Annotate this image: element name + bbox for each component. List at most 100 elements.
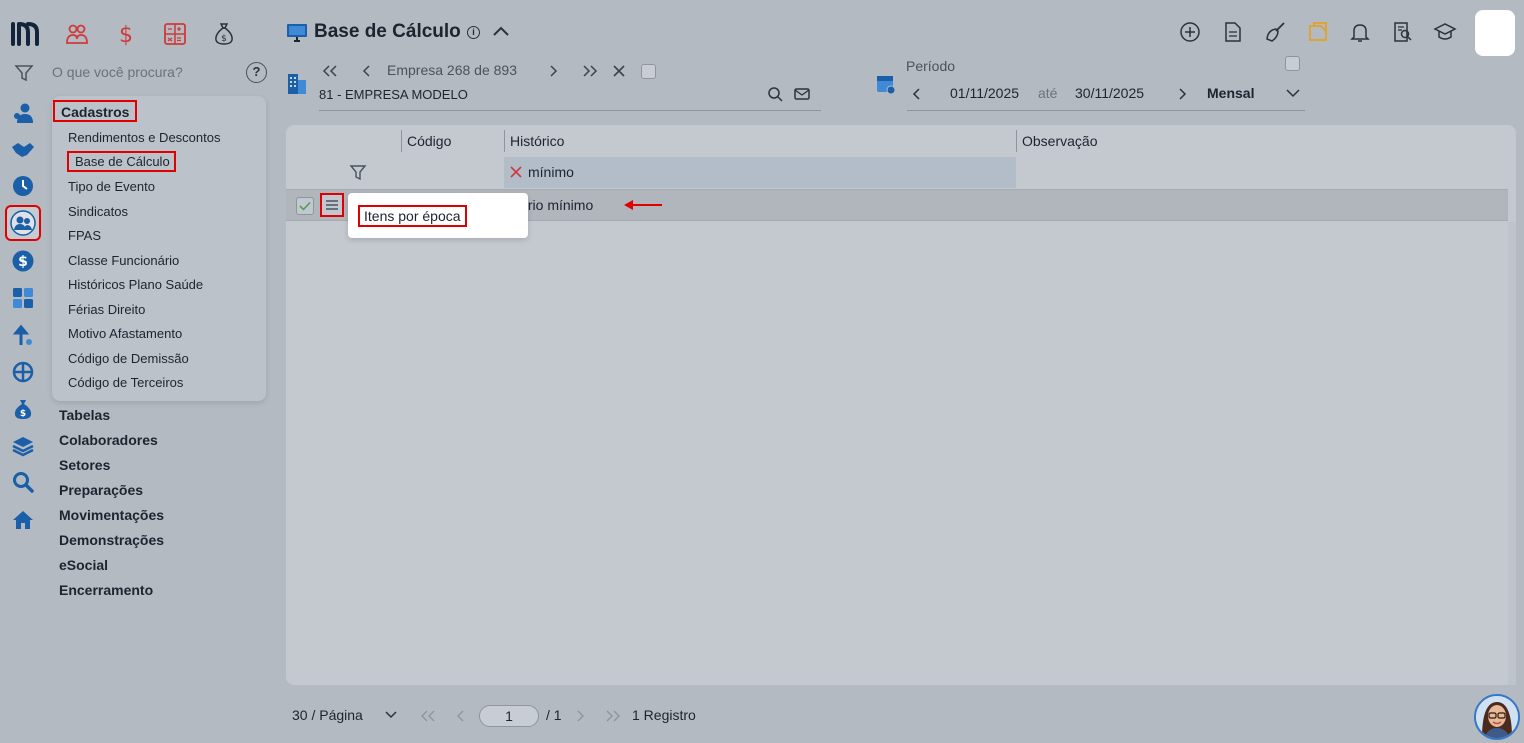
- records-count: 1 Registro: [632, 707, 696, 723]
- money-bag-module-icon[interactable]: $: [210, 20, 238, 48]
- growth-icon[interactable]: [8, 320, 38, 350]
- broom-icon[interactable]: [1264, 20, 1288, 44]
- assistant-avatar[interactable]: [1474, 694, 1520, 740]
- first-empresa-icon[interactable]: [322, 64, 338, 78]
- app-logo[interactable]: [10, 20, 40, 48]
- user-menu-box[interactable]: [1475, 10, 1515, 56]
- empresa-name[interactable]: 81 - EMPRESA MODELO: [319, 87, 468, 102]
- column-separator[interactable]: [401, 130, 402, 152]
- nav-item-setores[interactable]: Setores: [59, 457, 110, 473]
- empresa-underline: [319, 110, 821, 111]
- submenu-item[interactable]: Motivo Afastamento: [68, 326, 182, 341]
- page-size-chevron-icon[interactable]: [384, 710, 398, 720]
- clock-icon[interactable]: [8, 171, 38, 201]
- column-separator[interactable]: [504, 130, 505, 152]
- handshake-icon[interactable]: [8, 135, 38, 165]
- chevron-down-icon[interactable]: [1285, 87, 1301, 99]
- network-icon[interactable]: [8, 357, 38, 387]
- plus-circle-icon[interactable]: [1178, 20, 1202, 44]
- sidebar-search-input[interactable]: O que você procura?: [52, 64, 183, 80]
- column-separator[interactable]: [1016, 130, 1017, 152]
- svg-text:$: $: [18, 254, 28, 270]
- submenu-item[interactable]: Históricos Plano Saúde: [68, 277, 203, 292]
- document-icon[interactable]: [1221, 20, 1245, 44]
- clear-filter-icon[interactable]: [510, 166, 522, 178]
- prev-empresa-icon[interactable]: [362, 64, 372, 78]
- bell-icon[interactable]: [1348, 20, 1372, 44]
- submenu-item[interactable]: Sindicatos: [68, 204, 128, 219]
- calendar-icon: [875, 72, 897, 96]
- submenu-item-base-de-calculo[interactable]: Base de Cálculo: [67, 151, 176, 172]
- nav-item-esocial[interactable]: eSocial: [59, 557, 108, 573]
- calculator-icon[interactable]: [8, 283, 38, 313]
- filter-icon[interactable]: [14, 64, 34, 82]
- submenu-item[interactable]: Rendimentos e Descontos: [68, 130, 220, 145]
- column-header-codigo[interactable]: Código: [407, 133, 451, 149]
- filter-row-icon[interactable]: [349, 164, 367, 181]
- nav-item-preparacoes[interactable]: Preparações: [59, 482, 143, 498]
- person-icon[interactable]: [8, 98, 38, 128]
- prev-page-icon[interactable]: [456, 710, 466, 722]
- first-page-icon[interactable]: [420, 710, 436, 722]
- next-page-icon[interactable]: [575, 710, 585, 722]
- row-checkbox[interactable]: [296, 197, 314, 215]
- submenu-item[interactable]: Classe Funcionário: [68, 253, 179, 268]
- nav-item-encerramento[interactable]: Encerramento: [59, 582, 153, 598]
- nav-item-colaboradores[interactable]: Colaboradores: [59, 432, 158, 448]
- next-period-icon[interactable]: [1177, 87, 1187, 101]
- people-module-icon[interactable]: [63, 20, 91, 48]
- dollar-module-icon[interactable]: $: [112, 20, 140, 48]
- last-page-icon[interactable]: [605, 710, 621, 722]
- empresa-search-icon[interactable]: [767, 86, 783, 102]
- historico-filter-input[interactable]: mínimo: [528, 164, 574, 180]
- prev-period-icon[interactable]: [912, 87, 922, 101]
- calculator-grid-module-icon[interactable]: [161, 20, 189, 48]
- column-header-historico[interactable]: Histórico: [510, 133, 564, 149]
- submenu-item[interactable]: Código de Terceiros: [68, 375, 183, 390]
- nav-item-movimentacoes[interactable]: Movimentações: [59, 507, 164, 523]
- row-menu-button[interactable]: [320, 193, 344, 217]
- start-date-input[interactable]: 01/11/2025: [950, 85, 1019, 101]
- report-search-icon[interactable]: [1391, 20, 1415, 44]
- period-type-select[interactable]: Mensal: [1207, 85, 1254, 101]
- help-icon[interactable]: ?: [246, 62, 267, 83]
- nav-item-tabelas[interactable]: Tabelas: [59, 407, 110, 423]
- monitor-icon: [286, 23, 308, 43]
- graduation-cap-icon[interactable]: [1433, 20, 1457, 44]
- team-icon[interactable]: [5, 205, 41, 241]
- red-arrow-annotation: [622, 198, 664, 212]
- nav-item-demonstracoes[interactable]: Demonstrações: [59, 532, 164, 548]
- ate-label: até: [1038, 85, 1058, 101]
- submenu-item[interactable]: Férias Direito: [68, 302, 145, 317]
- historico-filter-cell[interactable]: mínimo: [504, 157, 1016, 188]
- next-empresa-icon[interactable]: [548, 64, 558, 78]
- empresa-checkbox[interactable]: [641, 64, 656, 79]
- last-empresa-icon[interactable]: [582, 64, 598, 78]
- current-page-input[interactable]: 1: [479, 705, 539, 727]
- total-pages: / 1: [546, 707, 562, 723]
- chevron-up-icon[interactable]: [492, 24, 510, 38]
- info-icon[interactable]: i: [467, 26, 480, 39]
- submenu-title[interactable]: Cadastros: [53, 100, 138, 122]
- close-icon[interactable]: [612, 64, 626, 78]
- page-size-select[interactable]: 30 / Página: [292, 707, 363, 723]
- end-date-input[interactable]: 30/11/2025: [1075, 85, 1144, 101]
- context-menu-item-itens-por-epoca[interactable]: Itens por época: [358, 205, 467, 227]
- search-icon[interactable]: [8, 467, 38, 497]
- money-bag-icon[interactable]: $: [8, 394, 38, 424]
- email-icon[interactable]: [794, 87, 810, 101]
- layers-icon[interactable]: [8, 431, 38, 461]
- cell-historico: lário mínimo: [517, 197, 594, 213]
- home-icon[interactable]: [8, 505, 38, 535]
- svg-text:$: $: [20, 409, 26, 419]
- column-header-observacao[interactable]: Observação: [1022, 133, 1097, 149]
- grid-scrollbar[interactable]: [1508, 222, 1516, 685]
- dollar-circle-icon[interactable]: $: [8, 246, 38, 276]
- submenu-item[interactable]: Código de Demissão: [68, 351, 189, 366]
- submenu-item[interactable]: FPAS: [68, 228, 101, 243]
- empresa-counter: Empresa 268 de 893: [387, 62, 517, 78]
- notes-icon[interactable]: [1306, 20, 1330, 44]
- submenu-item[interactable]: Tipo de Evento: [68, 179, 155, 194]
- periodo-checkbox[interactable]: [1285, 56, 1300, 71]
- cadastros-submenu: Cadastros Rendimentos e Descontos Base d…: [52, 96, 266, 401]
